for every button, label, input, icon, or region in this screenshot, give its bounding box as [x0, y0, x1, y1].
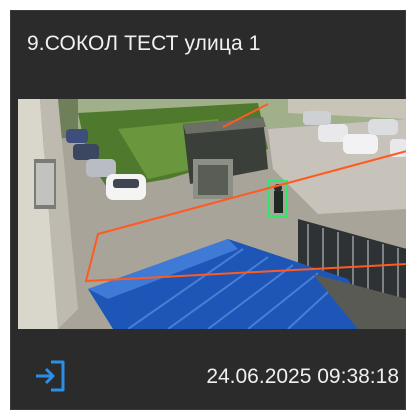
- camera-title: 9.СОКОЛ ТЕСТ улица 1: [27, 32, 261, 55]
- snapshot-timestamp: 24.06.2025 09:38:18: [206, 365, 399, 388]
- camera-card-header: 9.СОКОЛ ТЕСТ улица 1: [11, 11, 405, 99]
- sign-in-icon: [36, 360, 65, 392]
- camera-snapshot[interactable]: [18, 99, 406, 329]
- camera-card-footer: 24.06.2025 09:38:18: [11, 329, 405, 411]
- camera-frame: [18, 99, 406, 329]
- camera-card[interactable]: 9.СОКОЛ ТЕСТ улица 1 24.06.2025 09:38:18: [10, 10, 406, 410]
- sign-in-button[interactable]: [33, 359, 67, 393]
